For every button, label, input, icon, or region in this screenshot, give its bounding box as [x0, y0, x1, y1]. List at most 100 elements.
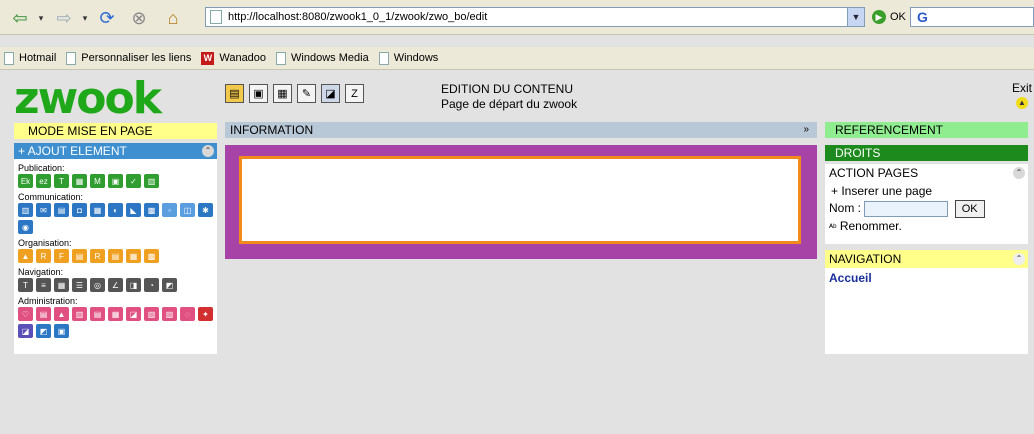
backup-element-icon[interactable]: ▦: [108, 307, 123, 321]
doc-element-icon[interactable]: R: [90, 249, 105, 263]
go-button[interactable]: ▶ OK: [872, 10, 906, 24]
event-element-icon[interactable]: ✱: [198, 203, 213, 217]
nom-label: Nom :: [829, 201, 862, 216]
renommer-link[interactable]: ᴬᵇ Renommer.: [825, 219, 1028, 233]
table-element-icon[interactable]: T: [54, 174, 69, 188]
tree-element-icon[interactable]: ▤: [108, 249, 123, 263]
mp3-element-icon[interactable]: M: [90, 174, 105, 188]
accueil-link[interactable]: Accueil: [825, 271, 1028, 285]
pen-icon[interactable]: ✎: [297, 84, 316, 103]
menu-element-icon[interactable]: T: [18, 278, 33, 292]
referencement-tab[interactable]: REFERENCEMENT: [825, 122, 1028, 138]
section-label-organisation: Organisation:: [18, 238, 72, 248]
export-element-icon[interactable]: ◩: [36, 324, 51, 338]
bookmark-windows-media[interactable]: Windows Media: [276, 51, 369, 65]
collapse-icon[interactable]: ⌃: [1013, 253, 1025, 265]
link-element-icon[interactable]: ▦: [90, 203, 105, 217]
lang-element-icon[interactable]: ▨: [162, 307, 177, 321]
forward-dropdown-icon[interactable]: ▾: [80, 6, 90, 30]
forum-element-icon[interactable]: ▥: [18, 203, 33, 217]
exit-button[interactable]: Exit ▲: [1012, 81, 1032, 109]
sitemap-element-icon[interactable]: ◎: [90, 278, 105, 292]
tasks-element-icon[interactable]: ▦: [126, 249, 141, 263]
archive-element-icon[interactable]: ▩: [144, 249, 159, 263]
home-icon[interactable]: ⌂: [160, 6, 186, 30]
help-element-icon[interactable]: ◉: [18, 220, 33, 234]
zoom-icon[interactable]: Z: [345, 84, 364, 103]
preview-icon[interactable]: ◪: [321, 84, 340, 103]
ajout-element-header[interactable]: + AJOUT ELEMENT ⌃: [14, 143, 217, 159]
calendar-element-icon[interactable]: ▤: [72, 249, 87, 263]
gallery-element-icon[interactable]: ▣: [108, 174, 123, 188]
refresh-icon[interactable]: ⟳: [94, 6, 120, 30]
plugin-element-icon[interactable]: ▣: [54, 324, 69, 338]
edition-title: EDITION DU CONTENU: [441, 82, 573, 96]
publication-icons: Ek ez T ▦ M ▣ ✓ ▥: [18, 174, 213, 188]
image-element-icon[interactable]: ▦: [72, 174, 87, 188]
layout-icon[interactable]: ▤: [225, 84, 244, 103]
index-element-icon[interactable]: ◨: [126, 278, 141, 292]
bar-element-icon[interactable]: ≡: [36, 278, 51, 292]
config-element-icon[interactable]: ◪: [126, 307, 141, 321]
document-icon[interactable]: ▦: [273, 84, 292, 103]
rights-element-icon[interactable]: ▲: [54, 307, 69, 321]
path-element-icon[interactable]: ∠: [108, 278, 123, 292]
address-bar[interactable]: http://localhost:8080/zwook1_0_1/zwook/z…: [205, 7, 865, 27]
ez-element-icon[interactable]: ez: [36, 174, 51, 188]
folder-element-icon[interactable]: ▲: [18, 249, 33, 263]
action-pages-header[interactable]: ACTION PAGES ⌃: [825, 164, 1028, 182]
draw-element-icon[interactable]: ✓: [126, 174, 141, 188]
users-element-icon[interactable]: ♡: [18, 307, 33, 321]
forward-icon[interactable]: ⇨: [50, 6, 78, 30]
nom-input[interactable]: [864, 201, 949, 217]
faq-element-icon[interactable]: ▫: [162, 203, 177, 217]
inserer-page-link[interactable]: + Inserer une page: [825, 184, 1028, 198]
mode-mise-en-page-tab[interactable]: MODE MISE EN PAGE: [14, 123, 217, 139]
bookmark-wanadoo[interactable]: W Wanadoo: [201, 51, 266, 65]
ok-button[interactable]: OK: [954, 200, 985, 218]
search-element-icon[interactable]: ◔: [144, 278, 159, 292]
mail-element-icon[interactable]: ✉: [36, 203, 51, 217]
chart-element-icon[interactable]: ▥: [144, 174, 159, 188]
grid-element-icon[interactable]: ▦: [54, 278, 69, 292]
google-search-box[interactable]: G: [910, 7, 1034, 27]
edition-header: EDITION DU CONTENU Page de départ du zwo…: [441, 82, 577, 112]
list-element-icon[interactable]: R: [36, 249, 51, 263]
droits-tab[interactable]: DROITS: [825, 145, 1028, 161]
double-chevron-down-icon[interactable]: »: [803, 122, 809, 138]
bookmark-hotmail[interactable]: Hotmail: [4, 51, 56, 65]
content-editor-area: [225, 145, 817, 259]
tools-element-icon[interactable]: ✦: [198, 307, 213, 321]
back-dropdown-icon[interactable]: ▾: [36, 6, 46, 30]
news-element-icon[interactable]: ▤: [54, 203, 69, 217]
form-element-icon[interactable]: F: [54, 249, 69, 263]
address-dropdown-icon[interactable]: ▼: [847, 8, 864, 26]
bookmark-windows[interactable]: Windows: [378, 51, 438, 65]
text-element-icon[interactable]: Ek: [18, 174, 33, 188]
themes-element-icon[interactable]: ▧: [144, 307, 159, 321]
navigation-header[interactable]: NAVIGATION ⌃: [825, 250, 1028, 268]
agenda-element-icon[interactable]: ▩: [144, 203, 159, 217]
skin-element-icon[interactable]: ◌: [180, 307, 195, 321]
frame-icon[interactable]: ▣: [249, 84, 268, 103]
logs-element-icon[interactable]: ▤: [90, 307, 105, 321]
tabs-element-icon[interactable]: ☰: [72, 278, 87, 292]
page-icon: [276, 51, 287, 65]
back-element-icon[interactable]: ◩: [162, 278, 177, 292]
content-edit-zone[interactable]: [239, 156, 801, 244]
rss-element-icon[interactable]: ◣: [126, 203, 141, 217]
stats-element-icon[interactable]: ▥: [72, 307, 87, 321]
action-pages-label: ACTION PAGES: [829, 166, 919, 180]
contact-element-icon[interactable]: ◫: [180, 203, 195, 217]
back-icon[interactable]: ⇦: [6, 6, 34, 30]
bookmark-personnaliser[interactable]: Personnaliser les liens: [66, 51, 191, 65]
chat-element-icon[interactable]: ◘: [72, 203, 87, 217]
collapse-icon[interactable]: ⌃: [1013, 167, 1025, 179]
poll-element-icon[interactable]: ◐: [108, 203, 123, 217]
ajout-element-label: + AJOUT ELEMENT: [18, 144, 127, 158]
stop-icon[interactable]: ⊗: [128, 6, 150, 30]
section-label-communication: Communication:: [18, 192, 84, 202]
groups-element-icon[interactable]: ▤: [36, 307, 51, 321]
import-element-icon[interactable]: ◪: [18, 324, 33, 338]
collapse-icon[interactable]: ⌃: [202, 145, 214, 157]
